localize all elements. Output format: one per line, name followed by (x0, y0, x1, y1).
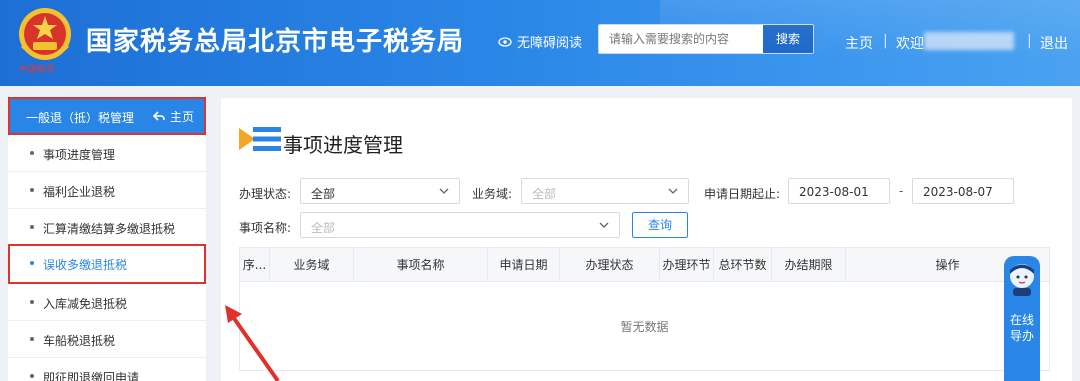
sidebar-home-label: 主页 (169, 110, 194, 124)
emblem-caption: 中国税务 (18, 65, 55, 75)
sidebar-home-link[interactable]: 主页 (152, 108, 194, 125)
nav-separator: | (883, 33, 888, 49)
online-guide-label[interactable]: 在线导办 (1010, 312, 1034, 344)
domain-filter-label: 业务域: (472, 187, 513, 201)
accessibility-label: 无障碍阅读 (517, 36, 583, 51)
bullet-icon (30, 225, 34, 229)
sidebar-item-vehicle-tax-refund[interactable]: 车船税退抵税 (8, 321, 206, 358)
column-header-status: 办理状态 (560, 248, 660, 282)
table-empty-message: 暂无数据 (620, 320, 669, 334)
eye-icon (498, 36, 512, 47)
nav-home-link[interactable]: 主页 (845, 33, 873, 53)
chevron-down-icon (599, 222, 609, 228)
bullet-icon (30, 188, 34, 192)
date-range-label: 申请日期起止: (704, 187, 781, 201)
item-name-select-value: 全部 (311, 221, 336, 235)
search-input[interactable] (599, 25, 765, 53)
chevron-down-icon (439, 188, 449, 194)
page-title: 事项进度管理 (283, 133, 403, 157)
chevron-down-icon (668, 188, 678, 194)
back-arrow-icon (152, 111, 165, 121)
bullet-icon (30, 151, 34, 155)
item-name-select[interactable]: 全部 (300, 212, 620, 238)
main-panel: 事项进度管理 办理状态: 全部 业务域: 全部 申请日期起止: 2023-08-… (221, 98, 1072, 381)
status-select[interactable]: 全部 (300, 178, 460, 204)
nav-welcome-text: 欢迎 (896, 36, 924, 52)
sidebar-item-label: 福利企业退税 (43, 185, 116, 199)
sidebar-item-settlement-refund[interactable]: 汇算清缴结算多缴退抵税 (8, 209, 206, 246)
tax-emblem-icon (19, 8, 71, 60)
search-button[interactable]: 搜索 (763, 25, 813, 53)
bullet-icon (30, 261, 34, 265)
status-select-value: 全部 (311, 187, 336, 201)
sidebar-item-label: 误收多缴退抵税 (43, 258, 128, 272)
date-to-value: 2023-08-07 (923, 185, 993, 199)
column-header-total-stages: 总环节数 (714, 248, 772, 282)
domain-select-value: 全部 (532, 187, 557, 201)
column-header-deadline: 办结期限 (772, 248, 846, 282)
sidebar: 一般退（抵）税管理 主页 事项进度管理 福利企业退税 汇算清缴结算多缴退抵税 误… (8, 97, 206, 381)
sidebar-item-label: 即征即退缴回申请 (43, 371, 140, 381)
bullet-icon (30, 337, 34, 341)
sidebar-item-welfare-refund[interactable]: 福利企业退税 (8, 172, 206, 209)
logout-link[interactable]: 退出 (1040, 33, 1068, 53)
nav-separator: | (1027, 33, 1032, 49)
sidebar-item-label: 入库减免退抵税 (43, 297, 128, 311)
progress-table: 序... 业务域 事项名称 申请日期 办理状态 办理环节 总环节数 办结期限 操… (239, 247, 1050, 371)
table-header: 序... 业务域 事项名称 申请日期 办理状态 办理环节 总环节数 办结期限 操… (240, 248, 1049, 282)
bullet-icon (30, 300, 34, 304)
column-header-apply-date: 申请日期 (488, 248, 560, 282)
sidebar-header: 一般退（抵）税管理 主页 (8, 97, 206, 135)
site-header: 中国税务 国家税务总局北京市电子税务局 无障碍阅读 搜索 主页 | 欢迎 | 退… (0, 0, 1080, 86)
accessibility-reading-link[interactable]: 无障碍阅读 (498, 32, 582, 51)
sidebar-item-label: 事项进度管理 (43, 148, 116, 162)
progress-list-icon (239, 127, 281, 151)
sidebar-item-refund-return-application[interactable]: 即征即退缴回申请 (8, 358, 206, 381)
date-to-field[interactable]: 2023-08-07 (912, 178, 1014, 204)
date-from-value: 2023-08-01 (799, 185, 869, 199)
sidebar-item-label: 汇算清缴结算多缴退抵税 (43, 222, 176, 236)
sidebar-item-relief-refund[interactable]: 入库减免退抵税 (8, 284, 206, 321)
sidebar-header-title: 一般退（抵）税管理 (26, 111, 135, 125)
date-range-separator: - (899, 184, 904, 198)
status-filter-label: 办理状态: (239, 187, 292, 201)
annotation-arrow-icon (225, 305, 280, 381)
column-header-domain: 业务域 (270, 248, 354, 282)
site-title: 国家税务总局北京市电子税务局 (86, 27, 465, 57)
sidebar-item-overpaid-refund[interactable]: 误收多缴退抵税 (8, 244, 206, 284)
query-button[interactable]: 查询 (632, 212, 688, 238)
item-name-filter-label: 事项名称: (239, 221, 292, 235)
column-header-item-name: 事项名称 (354, 248, 488, 282)
domain-select[interactable]: 全部 (521, 178, 689, 204)
sidebar-item-progress-management[interactable]: 事项进度管理 (8, 135, 206, 172)
sidebar-item-label: 车船税退抵税 (43, 334, 116, 348)
search-box: 搜索 (598, 24, 814, 54)
column-header-stage: 办理环节 (660, 248, 714, 282)
date-from-field[interactable]: 2023-08-01 (788, 178, 890, 204)
username-redacted (924, 32, 1014, 50)
bullet-icon (30, 374, 34, 378)
assistant-avatar-icon (1010, 264, 1034, 296)
column-header-index: 序... (240, 248, 270, 282)
